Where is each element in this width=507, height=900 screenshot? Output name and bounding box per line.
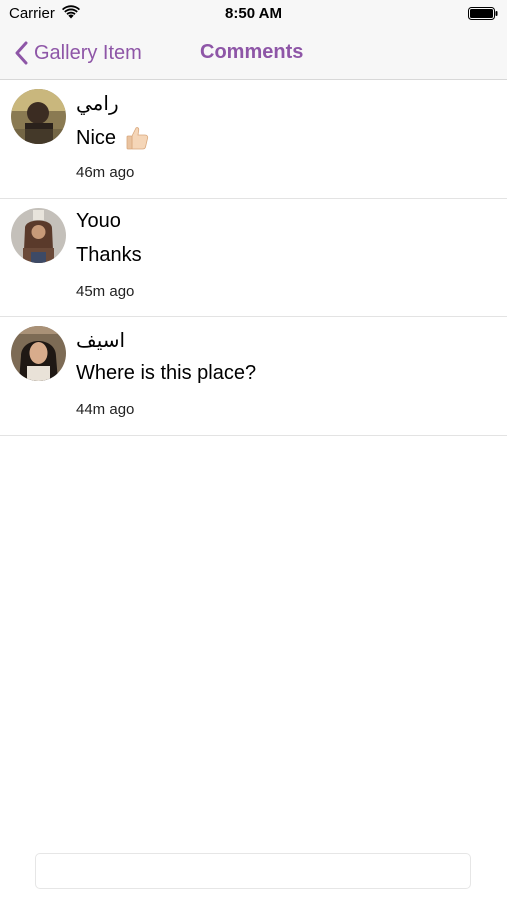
comment-row[interactable]: Youo Thanks 45m ago — [0, 199, 507, 317]
comments-screen: Carrier 8:50 AM Gallery Item Comments را… — [0, 0, 507, 900]
comment-text: Nice — [76, 126, 117, 149]
comment-row[interactable]: رامي Nice 46m ago — [0, 80, 507, 199]
clock: 8:50 AM — [225, 5, 282, 22]
chevron-left-icon — [15, 41, 28, 65]
avatar[interactable] — [11, 89, 66, 144]
battery-icon — [468, 7, 498, 20]
navigation-bar: Gallery Item Comments — [0, 28, 507, 80]
status-bar: Carrier 8:50 AM — [0, 0, 507, 28]
comment-text-wrap: Thanks — [76, 244, 142, 267]
page-title: Comments — [200, 41, 304, 63]
comment-timestamp: 45m ago — [76, 282, 135, 300]
comment-input[interactable] — [35, 853, 471, 889]
avatar-image — [11, 89, 66, 144]
comment-text: Thanks — [76, 243, 142, 266]
comment-author: اسيف — [76, 330, 126, 352]
comment-author: Youo — [76, 209, 121, 232]
thumbs-up-icon — [126, 127, 149, 150]
avatar[interactable] — [11, 326, 66, 381]
back-button[interactable]: Gallery Item — [14, 38, 142, 68]
comment-text-wrap: Nice — [76, 125, 150, 151]
comment-author: رامي — [76, 93, 119, 115]
back-button-label: Gallery Item — [34, 41, 142, 64]
avatar-image — [11, 326, 66, 381]
avatar[interactable] — [11, 207, 66, 263]
comment-list: رامي Nice 46m ago Youo Thanks 45m ago اس… — [0, 80, 507, 436]
comment-text-wrap: Where is this place? — [76, 362, 256, 385]
comment-timestamp: 46m ago — [76, 164, 135, 181]
avatar-image — [11, 207, 66, 263]
comment-timestamp: 44m ago — [76, 401, 135, 418]
comment-row[interactable]: اسيف Where is this place? 44m ago — [0, 317, 507, 436]
comment-text: Where is this place? — [76, 362, 257, 384]
